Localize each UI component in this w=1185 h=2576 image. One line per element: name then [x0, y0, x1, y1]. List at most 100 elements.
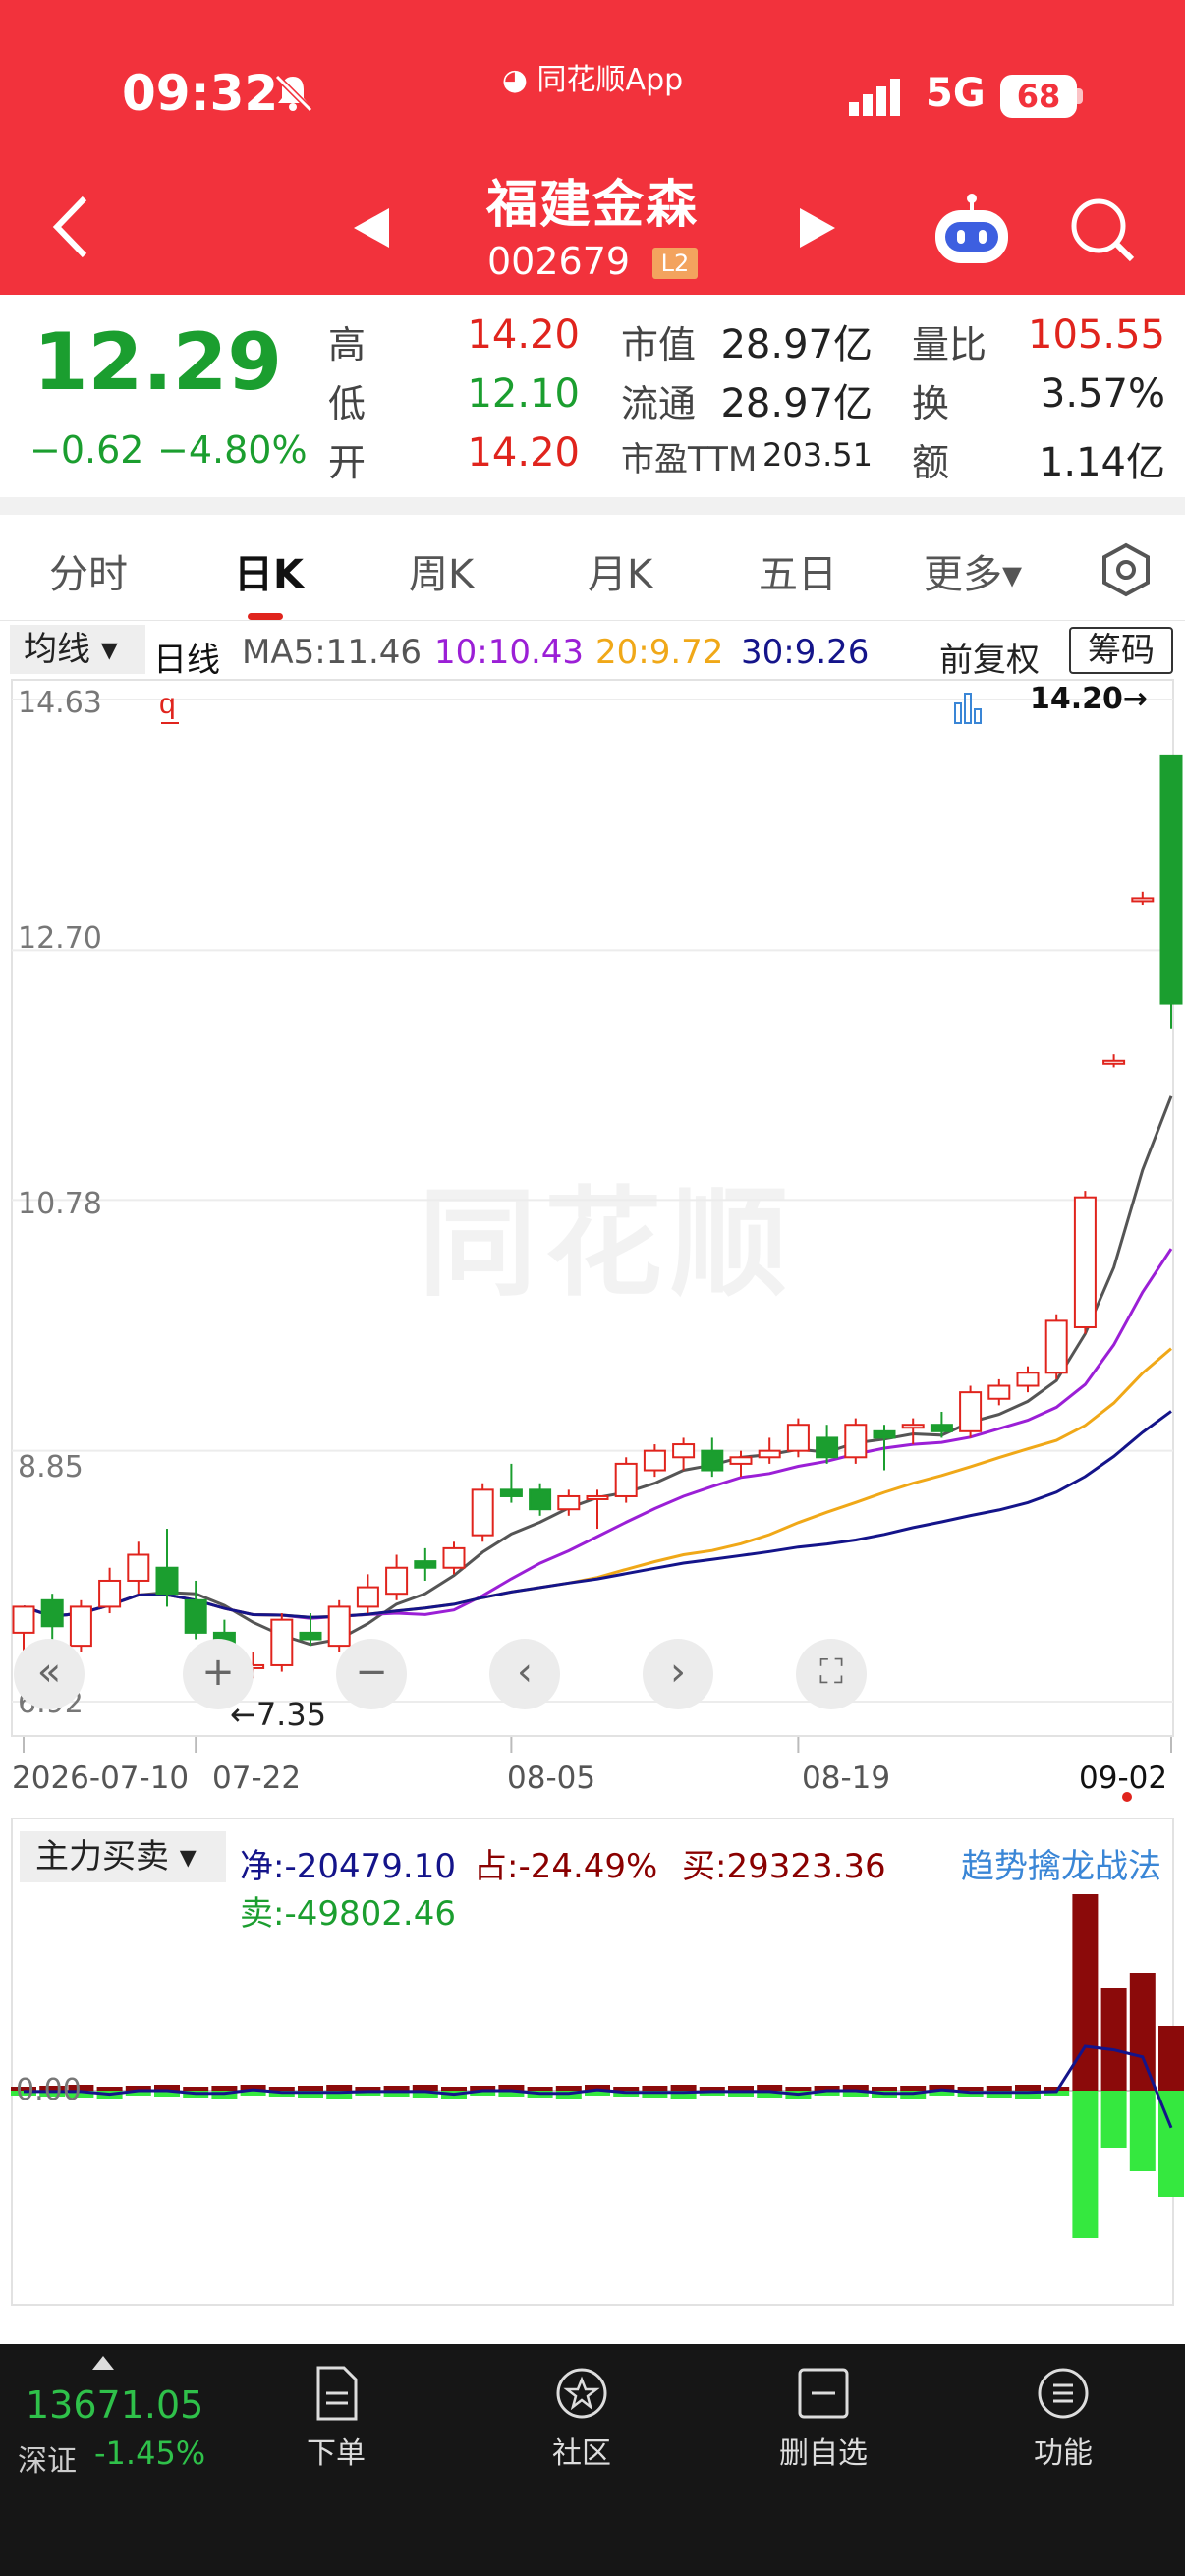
- flow-sell: 卖:-49802.46: [240, 1894, 456, 1933]
- flow-sell-bar: [1129, 2091, 1156, 2171]
- flow-buy-bar: [785, 2087, 812, 2091]
- candlestick-chart[interactable]: [0, 678, 1185, 1798]
- candle-body: [1159, 754, 1183, 1005]
- flow-buy-bar: [642, 2086, 668, 2091]
- scroll-left-button[interactable]: ‹: [489, 1639, 560, 1709]
- ai-assistant-icon[interactable]: [931, 193, 1012, 267]
- main-flow-panel: [11, 1818, 1184, 2306]
- nav-functions[interactable]: 功能: [985, 2364, 1142, 2472]
- candle-body: [356, 1586, 379, 1608]
- high-price-marker: 14.20→: [1030, 682, 1149, 716]
- flow-buy-bar: [613, 2087, 640, 2091]
- ma30-value: 30:9.26: [741, 633, 870, 672]
- candle-body: [1016, 1372, 1040, 1387]
- y-tick-label: 8.85: [18, 1450, 84, 1484]
- flow-indicator-dropdown[interactable]: 主力买卖 ▾: [20, 1831, 226, 1882]
- fullscreen-button[interactable]: ⛶: [796, 1639, 867, 1709]
- candle-body: [758, 1449, 781, 1459]
- candle-body: [701, 1449, 724, 1472]
- tab-weekly-k[interactable]: 周K: [409, 542, 474, 599]
- flow-buy-bar: [728, 2086, 754, 2091]
- flow-buy-bar: [441, 2087, 467, 2091]
- volume-ratio-value: 105.55: [1028, 312, 1165, 358]
- candle-body: [643, 1449, 666, 1472]
- amount-label: 额: [912, 441, 950, 484]
- candle-body: [12, 1605, 35, 1634]
- next-stock-icon[interactable]: [798, 206, 837, 250]
- flow-buy-bar: [268, 2087, 295, 2091]
- chart-tabs: 分时 日K 周K 月K 五日 更多▾: [0, 515, 1185, 621]
- nav-order[interactable]: 下单: [257, 2364, 415, 2472]
- flow-buy-bar: [986, 2086, 1012, 2091]
- zoom-out-button[interactable]: −: [336, 1639, 407, 1709]
- nav-community[interactable]: 社区: [503, 2364, 660, 2472]
- chart-settings-icon[interactable]: [1099, 542, 1154, 597]
- zoom-in-button[interactable]: +: [183, 1639, 254, 1709]
- flow-buy-bar: [1100, 1988, 1127, 2091]
- candle-body: [499, 1488, 523, 1497]
- flow-buy-bar: [211, 2086, 238, 2091]
- tab-monthly-k[interactable]: 月K: [588, 542, 652, 599]
- tab-five-day[interactable]: 五日: [759, 542, 837, 599]
- index-name: 深证: [18, 2444, 77, 2479]
- active-tab-indicator: [248, 613, 283, 620]
- candle-body: [1131, 897, 1155, 903]
- candle-body: [471, 1488, 494, 1537]
- x-tick-label: 2026-07-10: [12, 1761, 190, 1796]
- tab-more[interactable]: 更多▾: [924, 542, 1022, 599]
- flow-sell-bar: [1100, 2091, 1127, 2148]
- turnover-value: 3.57%: [1040, 371, 1165, 417]
- level2-badge[interactable]: L2: [652, 248, 698, 279]
- flow-buy-bar: [412, 2085, 438, 2091]
- flow-buy-bar: [900, 2086, 927, 2091]
- flow-buy-bar: [872, 2087, 897, 2091]
- low-value: 12.10: [467, 371, 580, 417]
- tab-daily-k[interactable]: 日K: [234, 542, 304, 599]
- flow-sell-bar: [1072, 2091, 1099, 2238]
- nav-label: 删自选: [779, 2436, 868, 2471]
- bar-chart-icon[interactable]: [953, 692, 983, 725]
- tab-intraday[interactable]: 分时: [49, 542, 128, 599]
- app-logo-icon: ◕: [501, 63, 537, 97]
- ma-type-dropdown[interactable]: 均线 ▾: [10, 625, 145, 674]
- flow-buy-bar: [383, 2086, 410, 2091]
- flow-buy-bar: [527, 2087, 553, 2091]
- bottom-nav: 13671.05 深证 -1.45% 下单 社区 删自选 功能: [0, 2344, 1185, 2576]
- candle-body: [1102, 1059, 1126, 1065]
- event-marker-icon[interactable]: q: [157, 688, 183, 729]
- battery-indicator: 68: [1000, 75, 1077, 118]
- stock-code: 002679: [487, 240, 631, 283]
- expand-up-icon[interactable]: [92, 2356, 114, 2370]
- candle-body: [98, 1579, 122, 1608]
- nav-remove-watchlist[interactable]: 删自选: [745, 2364, 902, 2472]
- candle-body: [299, 1631, 322, 1641]
- battery-tip: [1077, 88, 1083, 104]
- y-tick-label: 12.70: [18, 922, 102, 956]
- flow-zero-label: 0.00: [16, 2073, 82, 2107]
- nav-label: 社区: [552, 2436, 611, 2471]
- candle-body: [1073, 1196, 1097, 1328]
- flow-ratio: 占:-24.49%: [474, 1847, 658, 1886]
- quote-panel: 12.29 −0.62 −4.80% 高 14.20 市值 28.97亿 量比 …: [0, 295, 1185, 497]
- y-tick-label: 14.63: [18, 686, 102, 720]
- scroll-right-button[interactable]: ›: [643, 1639, 713, 1709]
- scroll-start-button[interactable]: «: [14, 1639, 85, 1709]
- candle-body: [672, 1443, 696, 1459]
- search-icon[interactable]: [1069, 196, 1136, 263]
- flow-buy: 买:29323.36: [682, 1847, 886, 1886]
- price-change: −0.62: [29, 428, 144, 472]
- volume-ratio-label: 量比: [912, 323, 988, 366]
- index-value[interactable]: 13671.05: [26, 2383, 203, 2427]
- chip-distribution-button[interactable]: 筹码: [1069, 627, 1173, 674]
- adjust-mode[interactable]: 前复权: [939, 633, 1040, 681]
- ma20-value: 20:9.72: [595, 633, 724, 672]
- flow-buy-bar: [183, 2087, 209, 2091]
- x-tick-label: 08-05: [507, 1761, 596, 1796]
- candle-body: [586, 1494, 609, 1500]
- candle-body: [959, 1391, 983, 1432]
- trend-strategy-link[interactable]: 趋势擒龙战法: [961, 1839, 1161, 1887]
- x-tick-label: 08-19: [802, 1761, 891, 1796]
- order-doc-icon: [316, 2366, 358, 2421]
- amount-value: 1.14亿: [1038, 440, 1165, 485]
- app-header: 09:32 ◕ 同花顺App 5G 68 福建金森 002679 L2: [0, 0, 1185, 295]
